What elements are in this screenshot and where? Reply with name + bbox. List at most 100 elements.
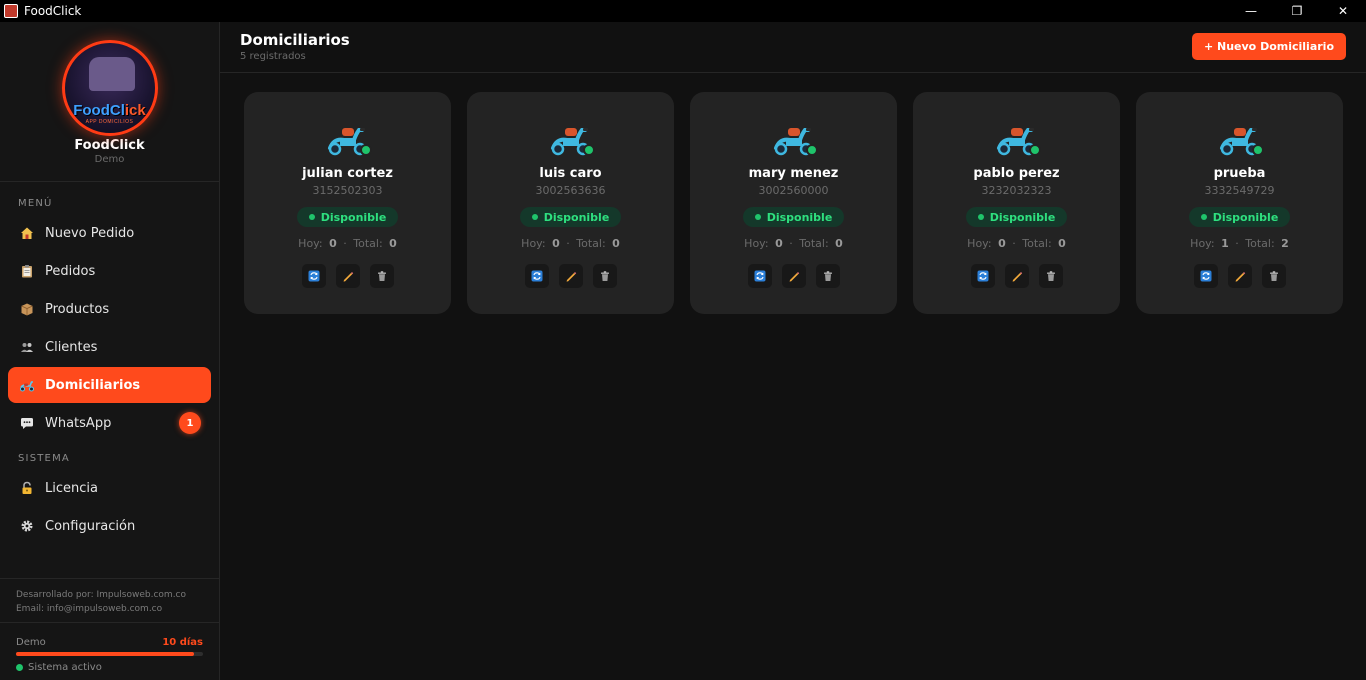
window-titlebar: FoodClick — ❐ ✕ xyxy=(0,0,1366,22)
status-dot-icon xyxy=(754,214,761,220)
total-label: Total: xyxy=(353,237,383,250)
nav-item-nuevo-pedido[interactable]: Nuevo Pedido xyxy=(8,215,211,251)
refresh-icon xyxy=(977,270,988,282)
today-count: 0 xyxy=(775,237,783,250)
trash-icon xyxy=(377,271,386,281)
pencil-icon xyxy=(566,272,576,282)
stats-separator: · xyxy=(1012,237,1016,250)
delete-courier-button[interactable] xyxy=(815,264,840,288)
new-courier-button[interactable]: + Nuevo Domiciliario xyxy=(1191,33,1346,60)
courier-phone: 3152502303 xyxy=(312,184,383,197)
today-count: 0 xyxy=(998,237,1006,250)
app-icon xyxy=(4,4,18,18)
lock-icon xyxy=(19,480,35,496)
card-actions xyxy=(524,264,617,288)
total-count: 0 xyxy=(835,237,843,250)
nav-item-pedidos[interactable]: Pedidos xyxy=(8,253,211,289)
toggle-status-button[interactable] xyxy=(524,264,549,288)
nav-item-domiciliarios[interactable]: Domiciliarios xyxy=(8,367,211,403)
scooter-icon xyxy=(1218,122,1264,158)
menu-section-label: MENÚ xyxy=(18,198,53,209)
stats-separator: · xyxy=(1235,237,1239,250)
scooter-icon xyxy=(772,122,818,158)
today-count: 0 xyxy=(552,237,560,250)
close-button[interactable]: ✕ xyxy=(1320,0,1366,22)
edit-courier-button[interactable] xyxy=(335,264,360,288)
status-text: Disponible xyxy=(320,210,387,224)
available-indicator xyxy=(582,144,595,156)
stats-separator: · xyxy=(343,237,347,250)
courier-phone: 3232032323 xyxy=(981,184,1052,197)
status-badge: Disponible xyxy=(742,207,845,227)
pencil-icon xyxy=(1235,272,1245,282)
users-icon xyxy=(19,339,35,355)
card-actions xyxy=(301,264,394,288)
courier-phone: 3002563636 xyxy=(535,184,606,197)
minimize-button[interactable]: — xyxy=(1228,0,1274,22)
toggle-status-button[interactable] xyxy=(1193,264,1218,288)
refresh-icon xyxy=(754,270,765,282)
nav-label: Productos xyxy=(45,301,110,317)
today-count: 0 xyxy=(329,237,337,250)
toggle-status-button[interactable] xyxy=(301,264,326,288)
brand-name: FoodClick xyxy=(74,138,145,153)
logo-subtitle: APP DOMICILIOS xyxy=(85,119,134,125)
nav-item-licencia[interactable]: Licencia xyxy=(8,470,211,506)
nav-label: WhatsApp xyxy=(45,415,112,431)
refresh-icon xyxy=(1200,270,1211,282)
system-status-text: Sistema activo xyxy=(28,662,102,673)
toggle-status-button[interactable] xyxy=(970,264,995,288)
delete-courier-button[interactable] xyxy=(592,264,617,288)
delete-courier-button[interactable] xyxy=(369,264,394,288)
system-nav: Licencia Configuración xyxy=(0,470,219,544)
edit-courier-button[interactable] xyxy=(781,264,806,288)
sidebar: FoodClick APP DOMICILIOS FoodClick Demo … xyxy=(0,22,220,680)
toggle-status-button[interactable] xyxy=(747,264,772,288)
chat-icon xyxy=(19,415,35,431)
nav-label: Domiciliarios xyxy=(45,377,141,393)
plan-days-remaining: 10 días xyxy=(162,637,203,648)
gear-icon xyxy=(19,518,35,534)
refresh-icon xyxy=(308,270,319,282)
today-label: Hoy: xyxy=(1190,237,1215,250)
today-label: Hoy: xyxy=(521,237,546,250)
main-nav: Nuevo Pedido Pedidos Productos Clientes … xyxy=(0,215,219,441)
nav-label: Licencia xyxy=(45,480,98,496)
available-indicator xyxy=(359,144,372,156)
status-text: Disponible xyxy=(766,210,833,224)
system-section-label: SISTEMA xyxy=(18,453,70,464)
nav-item-productos[interactable]: Productos xyxy=(8,291,211,327)
today-count: 1 xyxy=(1221,237,1229,250)
total-label: Total: xyxy=(1245,237,1275,250)
clipboard-icon xyxy=(19,263,35,279)
page-header: Domiciliarios 5 registrados + Nuevo Domi… xyxy=(220,22,1366,73)
plan-progress-bar xyxy=(16,652,203,656)
delete-courier-button[interactable] xyxy=(1261,264,1286,288)
status-badge: Disponible xyxy=(519,207,622,227)
restore-button[interactable]: ❐ xyxy=(1274,0,1320,22)
pencil-icon xyxy=(343,272,353,282)
available-indicator xyxy=(805,144,818,156)
trash-icon xyxy=(823,271,832,281)
status-dot-icon xyxy=(531,214,538,220)
card-actions xyxy=(1193,264,1286,288)
plan-row: Demo 10 días xyxy=(16,637,203,648)
courier-grid: julian cortez 3152502303 Disponible Hoy:… xyxy=(244,92,1343,314)
window-controls: — ❐ ✕ xyxy=(1228,0,1366,22)
delivery-stats: Hoy: 0 · Total: 0 xyxy=(744,237,843,250)
total-count: 2 xyxy=(1281,237,1289,250)
nav-item-whatsapp[interactable]: WhatsApp 1 xyxy=(8,405,211,441)
total-label: Total: xyxy=(799,237,829,250)
available-indicator xyxy=(1028,144,1041,156)
today-label: Hoy: xyxy=(298,237,323,250)
edit-courier-button[interactable] xyxy=(558,264,583,288)
main-content: Domiciliarios 5 registrados + Nuevo Domi… xyxy=(220,22,1366,680)
delete-courier-button[interactable] xyxy=(1038,264,1063,288)
edit-courier-button[interactable] xyxy=(1227,264,1252,288)
nav-item-clientes[interactable]: Clientes xyxy=(8,329,211,365)
page-subtitle: 5 registrados xyxy=(240,51,306,62)
edit-courier-button[interactable] xyxy=(1004,264,1029,288)
developer-info: Desarrollado por: Impulsoweb.com.co Emai… xyxy=(0,578,219,616)
status-dot-icon xyxy=(1200,214,1207,220)
nav-item-configuracion[interactable]: Configuración xyxy=(8,508,211,544)
